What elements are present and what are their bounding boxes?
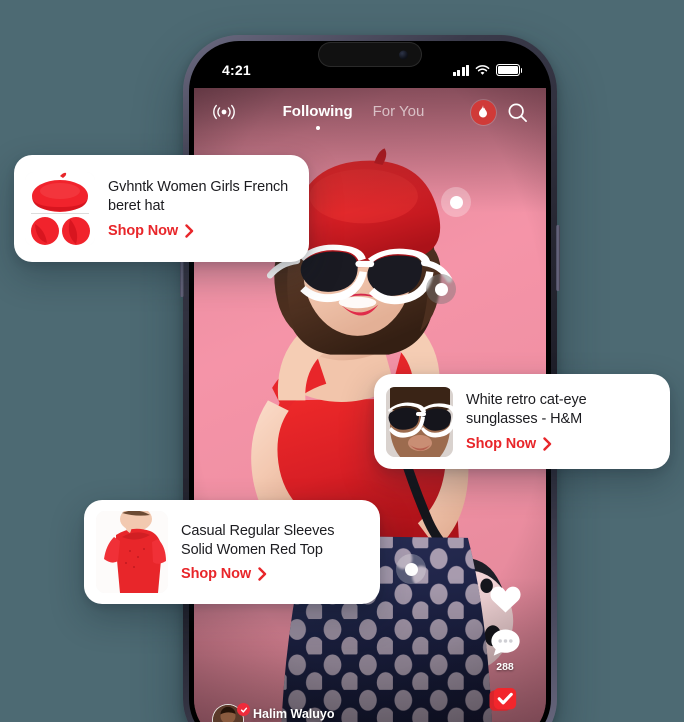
cellular-signal-icon	[452, 64, 469, 76]
shop-now-label: Shop Now	[181, 566, 252, 583]
status-time: 4:21	[222, 62, 251, 78]
wifi-icon	[475, 64, 490, 75]
tag-dot-sunglasses[interactable]	[426, 274, 456, 304]
comment-bubble-icon[interactable]	[490, 628, 521, 658]
chevron-right-icon	[543, 436, 552, 451]
verified-badge-icon	[237, 703, 250, 716]
shop-now-label: Shop Now	[466, 435, 537, 452]
tag-dot-beret[interactable]	[441, 187, 471, 217]
live-broadcast-icon[interactable]	[212, 104, 236, 120]
tab-for-you[interactable]: For You	[373, 103, 425, 122]
shopping-checkmark-icon[interactable]	[489, 687, 521, 717]
product-title: Casual Regular Sleeves Solid Women Red T…	[181, 522, 335, 558]
shop-now-button[interactable]: Shop Now	[181, 566, 362, 582]
search-icon[interactable]	[507, 102, 528, 123]
feed-tabs: Following For You	[283, 103, 425, 122]
creator-info[interactable]: Halim Waluyo halim.snaps.official	[212, 703, 337, 722]
product-card-sunglasses[interactable]: White retro cat-eye sunglasses - H&M Sho…	[374, 374, 670, 469]
shop-now-label: Shop Now	[108, 222, 179, 239]
dynamic-island	[318, 42, 422, 67]
like-action[interactable]	[489, 584, 522, 614]
red-top-product-thumbnail	[96, 511, 168, 593]
tab-following[interactable]: Following	[283, 103, 353, 122]
chevron-right-icon	[258, 567, 267, 581]
chevron-right-icon	[185, 223, 194, 238]
shop-now-button[interactable]: Shop Now	[108, 223, 291, 239]
interaction-rail: 288 303K	[478, 584, 532, 722]
comment-action[interactable]: 288	[490, 628, 521, 673]
product-title: Gvhntk Women Girls French beret hat	[108, 179, 289, 214]
white-sunglasses-product-thumbnail	[386, 386, 453, 457]
red-beret-product-thumbnail	[25, 171, 95, 246]
shop-action[interactable]: 303K	[489, 687, 521, 722]
product-card-beret[interactable]: Gvhntk Women Girls French beret hat Shop…	[14, 155, 309, 262]
battery-icon	[496, 64, 523, 76]
power-button[interactable]	[556, 225, 560, 291]
flame-icon[interactable]	[470, 99, 496, 125]
top-navigation: Following For You	[194, 88, 546, 136]
product-card-red-top[interactable]: Casual Regular Sleeves Solid Women Red T…	[84, 500, 380, 604]
tag-dot-top[interactable]	[396, 554, 426, 584]
comment-count: 288	[496, 661, 514, 673]
heart-icon[interactable]	[489, 584, 522, 614]
shop-now-button[interactable]: Shop Now	[466, 436, 652, 452]
creator-name: Halim Waluyo	[253, 707, 335, 721]
product-title: White retro cat-eye sunglasses - H&M	[466, 392, 587, 427]
